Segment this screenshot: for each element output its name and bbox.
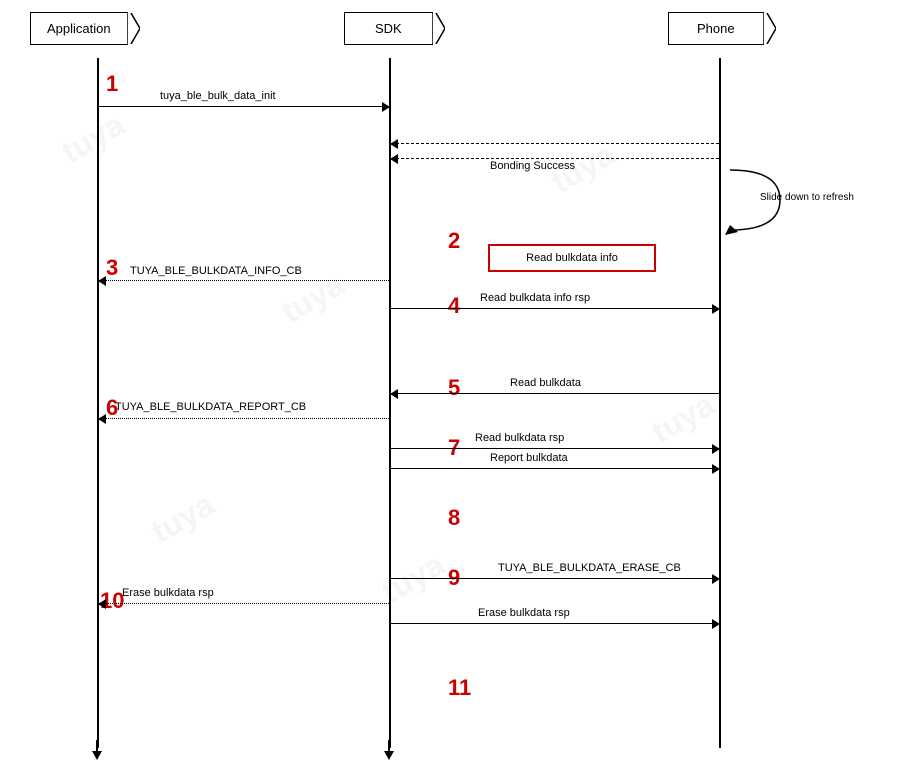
label-arrow-5: Read bulkdata bbox=[510, 377, 581, 389]
arrow-bonding-1 bbox=[391, 143, 719, 144]
arrow-erase-rsp bbox=[391, 623, 719, 624]
arrow-6 bbox=[99, 418, 389, 419]
label-arrow-3: TUYA_BLE_BULKDATA_INFO_CB bbox=[130, 265, 302, 277]
arrow-report bbox=[391, 468, 719, 469]
watermark-5: tuya bbox=[145, 486, 220, 551]
label-bonding: Bonding Success bbox=[490, 160, 575, 172]
label-arrow-1: tuya_ble_bulk_data_init bbox=[160, 90, 276, 102]
step-5: 5 bbox=[448, 375, 460, 401]
step-3: 3 bbox=[106, 255, 118, 281]
step-8: 8 bbox=[448, 505, 460, 531]
arrow-7 bbox=[391, 448, 719, 449]
lifeline-application-label: Application bbox=[47, 21, 111, 36]
label-arrow-7: Read bulkdata rsp bbox=[475, 432, 564, 444]
step-2: 2 bbox=[448, 228, 460, 254]
lifeline-sdk: SDK bbox=[344, 12, 433, 45]
watermark-4: tuya bbox=[645, 386, 720, 451]
read-bulkdata-info-box: Read bulkdata info bbox=[488, 244, 656, 272]
lifeline-application: Application bbox=[30, 12, 128, 45]
arrow-5 bbox=[391, 393, 719, 394]
arrow-bonding-2 bbox=[391, 158, 719, 159]
step-4: 4 bbox=[448, 293, 460, 319]
lifeline-line-app bbox=[97, 58, 99, 748]
sequence-diagram: tuya tuya tuya tuya tuya tuya Applicatio… bbox=[0, 0, 905, 761]
arrow-9 bbox=[391, 578, 719, 579]
step-11: 11 bbox=[448, 675, 471, 701]
slide-to-refresh-label: Slide down to refresh bbox=[760, 192, 854, 203]
label-arrow-9: TUYA_BLE_BULKDATA_ERASE_CB bbox=[498, 562, 681, 574]
lifeline-sdk-label: SDK bbox=[375, 21, 402, 36]
label-arrow-erase-rsp: Erase bulkdata rsp bbox=[478, 607, 570, 619]
step-1: 1 bbox=[106, 71, 118, 97]
arrow-4 bbox=[391, 308, 719, 309]
watermark-1: tuya bbox=[55, 106, 130, 171]
arrow-3 bbox=[99, 280, 389, 281]
red-box-label: Read bulkdata info bbox=[526, 252, 618, 264]
lifeline-phone: Phone bbox=[668, 12, 764, 45]
label-arrow-10: Erase bulkdata rsp bbox=[122, 587, 214, 599]
arrow-1 bbox=[99, 106, 389, 107]
lifeline-phone-label: Phone bbox=[697, 21, 735, 36]
arrow-10 bbox=[99, 603, 389, 604]
label-arrow-4: Read bulkdata info rsp bbox=[480, 292, 590, 304]
label-arrow-6: TUYA_BLE_BULKDATA_REPORT_CB bbox=[115, 401, 306, 413]
label-arrow-report: Report bulkdata bbox=[490, 452, 568, 464]
